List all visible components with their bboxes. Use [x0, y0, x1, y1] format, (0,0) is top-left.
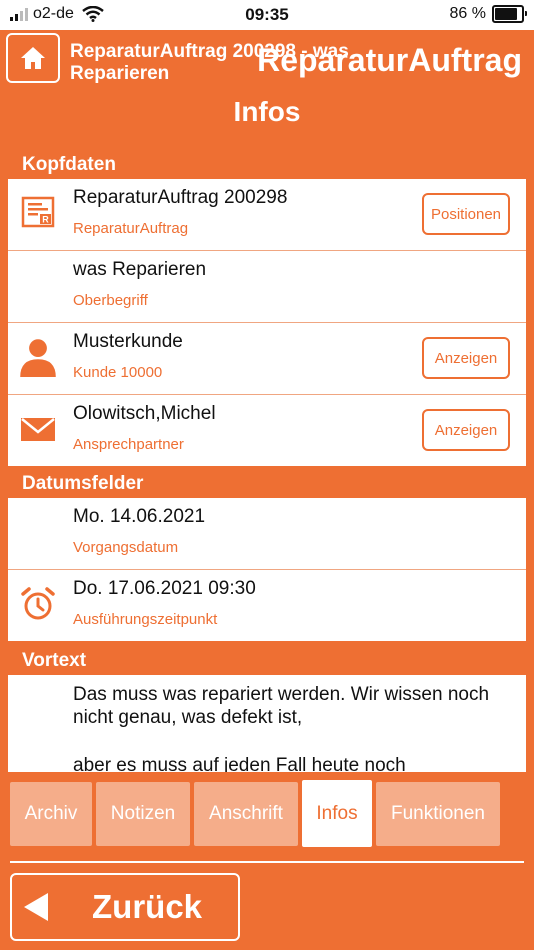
- list-item-contact[interactable]: Olowitsch,Michel Ansprechpartner Anzeige…: [8, 394, 526, 466]
- page-title: Infos: [233, 96, 301, 127]
- ausfuehrung-value: Do. 17.06.2021 09:30: [73, 578, 256, 599]
- back-button-label: Zurück: [92, 888, 203, 925]
- back-arrow-icon: [24, 893, 48, 921]
- tab-funktionen[interactable]: Funktionen: [376, 782, 500, 846]
- person-icon: [20, 339, 56, 377]
- home-icon: [21, 47, 45, 69]
- tab-anschrift[interactable]: Anschrift: [194, 782, 298, 846]
- show-customer-button[interactable]: Anzeigen: [422, 337, 510, 379]
- document-icon: R: [21, 196, 55, 228]
- list-item-ausfuehrung[interactable]: Do. 17.06.2021 09:30 Ausführungszeitpunk…: [8, 569, 526, 641]
- vorgangsdatum-label: Vorgangsdatum: [73, 539, 179, 556]
- mail-icon: [21, 418, 55, 441]
- vortext-field[interactable]: Das muss was repariert werden. Wir wisse…: [8, 675, 526, 772]
- svg-text:R: R: [42, 215, 49, 225]
- order-title: ReparaturAuftrag 200298 - was Reparieren: [70, 41, 349, 84]
- tab-infos[interactable]: Infos: [302, 780, 372, 847]
- positionen-button[interactable]: Positionen: [422, 193, 510, 235]
- order-number: ReparaturAuftrag 200298: [73, 187, 288, 208]
- alarm-clock-icon: [21, 587, 55, 620]
- oberbegriff-label: Oberbegriff: [73, 292, 148, 309]
- list-item-vorgangsdatum[interactable]: Mo. 14.06.2021 Vorgangsdatum: [8, 498, 526, 569]
- vorgangsdatum-value: Mo. 14.06.2021: [73, 506, 206, 527]
- tab-archiv[interactable]: Archiv: [10, 782, 92, 846]
- tab-notizen[interactable]: Notizen: [96, 782, 190, 846]
- battery-percent: 86 %: [449, 5, 486, 22]
- list-item-oberbegriff[interactable]: was Reparieren Oberbegriff: [8, 250, 526, 322]
- back-button[interactable]: Zurück: [10, 873, 240, 941]
- list-item-order[interactable]: R ReparaturAuftrag 200298 ReparaturAuftr…: [8, 179, 526, 250]
- divider: [10, 861, 524, 863]
- group-label-kopfdaten: Kopfdaten: [22, 154, 116, 175]
- vortext-line-1: Das muss was repariert werden. Wir wisse…: [73, 684, 490, 728]
- status-bar: o2-de 09:35 86 %: [0, 0, 534, 30]
- tab-bar: Archiv Notizen Anschrift Infos Funktione…: [0, 780, 534, 847]
- group-label-datumsfelder: Datumsfelder: [22, 473, 144, 494]
- ausfuehrung-label: Ausführungszeitpunkt: [73, 611, 218, 628]
- status-right: 86 %: [449, 5, 527, 23]
- order-type-label: ReparaturAuftrag: [73, 220, 189, 237]
- battery-icon: [492, 5, 527, 23]
- contact-label: Ansprechpartner: [73, 436, 184, 453]
- show-contact-button[interactable]: Anzeigen: [422, 409, 510, 451]
- vortext-line-2: aber es muss auf jeden Fall heute noch: [73, 755, 406, 772]
- group-label-vortext: Vortext: [22, 650, 87, 671]
- datumsfelder-card: Mo. 14.06.2021 Vorgangsdatum Do. 17.06.2…: [8, 498, 526, 641]
- customer-number: Kunde 10000: [73, 364, 163, 381]
- contact-name: Olowitsch,Michel: [73, 403, 216, 424]
- home-button[interactable]: [6, 33, 60, 83]
- customer-name: Musterkunde: [73, 331, 183, 352]
- header: ReparaturAuftrag ReparaturAuftrag 200298…: [0, 30, 534, 90]
- kopfdaten-card: R ReparaturAuftrag 200298 ReparaturAuftr…: [8, 179, 526, 466]
- oberbegriff-value: was Reparieren: [73, 259, 207, 280]
- list-item-customer[interactable]: Musterkunde Kunde 10000 Anzeigen: [8, 322, 526, 394]
